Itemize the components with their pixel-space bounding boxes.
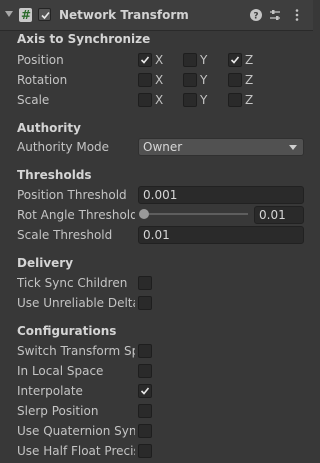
scale-threshold-input[interactable] (139, 227, 303, 243)
rot-angle-threshold-field[interactable] (254, 206, 304, 224)
position-y-checkbox[interactable] (183, 53, 197, 67)
scale-x-checkbox[interactable] (138, 93, 152, 107)
section-axis-header: Axis to Synchronize (17, 32, 151, 46)
component-enabled-checkbox[interactable] (38, 8, 51, 21)
rotation-z-checkbox[interactable] (228, 73, 242, 87)
rotation-y-checkbox[interactable] (183, 73, 197, 87)
axis-letter-y: Y (200, 53, 208, 67)
interpolate-label: Interpolate (17, 384, 83, 398)
switch-transform-space-label: Switch Transform Space When Parented (17, 344, 135, 358)
component-header[interactable]: Network Transform ? (0, 0, 313, 31)
authority-mode-dropdown[interactable]: Owner (138, 138, 304, 156)
axis-letter-z: Z (245, 53, 254, 67)
component-title: Network Transform (59, 8, 189, 22)
scale-z-checkbox[interactable] (228, 93, 242, 107)
position-threshold-label: Position Threshold (17, 188, 127, 202)
axis-letter-z: Z (245, 73, 254, 87)
scale-threshold-label: Scale Threshold (17, 228, 113, 242)
use-quaternion-sync-checkbox[interactable] (138, 424, 152, 438)
axis-letter-x: X (155, 53, 164, 67)
position-threshold-field[interactable] (138, 186, 304, 204)
in-local-space-checkbox[interactable] (138, 364, 152, 378)
switch-transform-space-checkbox[interactable] (138, 344, 152, 358)
preset-icon[interactable] (268, 8, 282, 22)
section-delivery-header: Delivery (17, 256, 74, 270)
axis-letter-z: Z (245, 93, 254, 107)
slerp-position-label: Slerp Position (17, 404, 99, 418)
rot-angle-threshold-label: Rot Angle Threshold (17, 208, 135, 222)
interpolate-checkbox[interactable] (138, 384, 152, 398)
axis-letter-x: X (155, 73, 164, 87)
authority-mode-value: Owner (143, 140, 183, 154)
svg-text:?: ? (253, 12, 258, 22)
scale-axis-label: Scale (17, 93, 50, 107)
tick-sync-children-label: Tick Sync Children (17, 276, 128, 290)
rotation-x-checkbox[interactable] (138, 73, 152, 87)
rotation-axis-label: Rotation (17, 73, 68, 87)
use-half-float-precision-checkbox[interactable] (138, 444, 152, 458)
authority-mode-label: Authority Mode (17, 140, 110, 154)
use-unreliable-deltas-checkbox[interactable] (138, 296, 152, 310)
csharp-script-icon (19, 8, 32, 22)
inspector-panel: Network Transform ? Axis to Synchronize (0, 0, 313, 463)
rot-angle-threshold-input[interactable] (255, 207, 303, 223)
help-icon[interactable]: ? (249, 8, 263, 22)
dropdown-arrow-icon (289, 145, 297, 150)
section-thresholds-header: Thresholds (17, 168, 92, 182)
axis-letter-y: Y (200, 93, 208, 107)
foldout-arrow-icon[interactable] (5, 11, 13, 17)
slerp-position-checkbox[interactable] (138, 404, 152, 418)
scale-y-checkbox[interactable] (183, 93, 197, 107)
position-x-checkbox[interactable] (138, 53, 152, 67)
in-local-space-label: In Local Space (17, 364, 104, 378)
more-icon[interactable] (290, 8, 304, 22)
rot-angle-slider-track[interactable] (144, 213, 248, 215)
tick-sync-children-checkbox[interactable] (138, 276, 152, 290)
axis-letter-x: X (155, 93, 164, 107)
section-configurations-header: Configurations (17, 324, 117, 338)
position-z-checkbox[interactable] (228, 53, 242, 67)
scale-threshold-field[interactable] (138, 226, 304, 244)
section-authority-header: Authority (17, 121, 81, 135)
use-unreliable-deltas-label: Use Unreliable Deltas (17, 296, 135, 310)
use-half-float-precision-label: Use Half Float Precision (17, 444, 135, 458)
axis-letter-y: Y (200, 73, 208, 87)
position-axis-label: Position (17, 53, 64, 67)
use-quaternion-sync-label: Use Quaternion Synchronization (17, 424, 135, 438)
rot-angle-slider-thumb[interactable] (139, 209, 149, 219)
position-threshold-input[interactable] (139, 187, 303, 203)
